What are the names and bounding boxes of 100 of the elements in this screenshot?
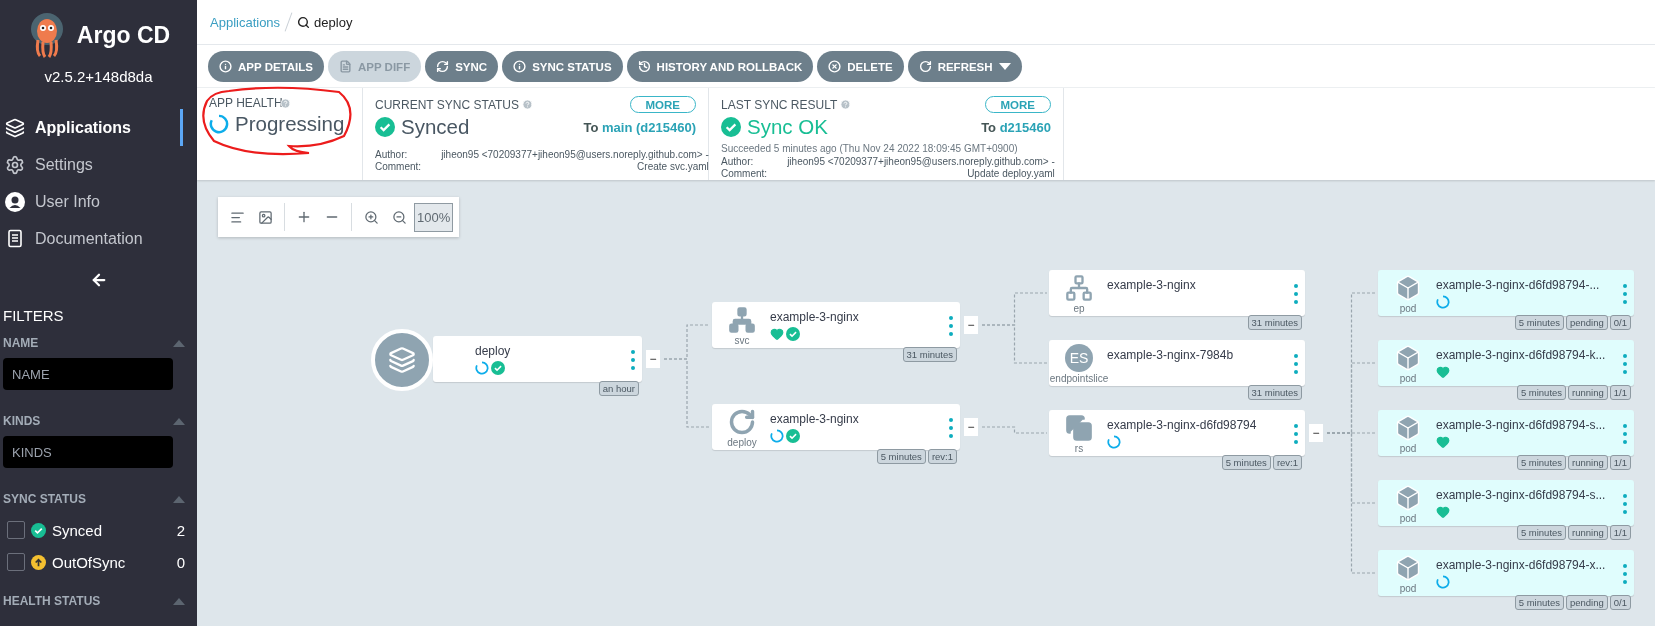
nav-item[interactable]: Settings (0, 146, 183, 183)
user-icon (5, 191, 25, 212)
kind-label: svc (733, 335, 751, 347)
info-tag: running (1568, 385, 1608, 400)
menu-dots-icon[interactable] (1622, 424, 1628, 444)
section-title: APP HEALTH (209, 96, 283, 110)
comment-value: Update deploy.yaml (966, 168, 1055, 180)
resource-card[interactable]: example-3-nginx-d6fd98794-k... pod (1378, 340, 1634, 386)
brand-name: Argo CD (76, 21, 171, 49)
cube-icon (1394, 414, 1422, 442)
edge-line (981, 426, 1048, 434)
nav-item[interactable]: Applications (0, 109, 183, 146)
resource-card[interactable]: example-3-nginx deploy (712, 404, 960, 450)
kind-label: ep (1072, 303, 1086, 315)
network-icon (1065, 274, 1093, 302)
info-tag: pending (1565, 315, 1608, 330)
filter-option-label: OutOfSync (52, 553, 127, 571)
filter-title: HEALTH STATUS (3, 594, 101, 608)
resource-card[interactable]: example-3-nginx-d6fd98794-x... pod (1378, 550, 1634, 596)
toolbar-button[interactable]: APP DETAILS (208, 51, 324, 82)
comment-value: Create svc.yaml (636, 161, 709, 173)
resource-name: example-3-nginx-d6fd98794 (1107, 418, 1257, 432)
menu-dots-icon[interactable] (1293, 354, 1299, 374)
nav-item[interactable]: Documentation (0, 220, 183, 257)
menu-dots-icon[interactable] (1622, 564, 1628, 584)
resource-name: example-3-nginx-d6fd98794-k... (1436, 348, 1606, 362)
info-tag: rev:1 (927, 449, 957, 464)
resource-card[interactable]: example-3-nginx ep (1049, 270, 1305, 316)
toolbar-button[interactable]: DELETE (817, 51, 904, 82)
help-icon[interactable] (280, 98, 291, 109)
es-icon: ES (1065, 344, 1093, 372)
info-tag: an hour (598, 381, 639, 396)
kind-label: endpointslice (1049, 373, 1109, 385)
info-tag: pending (1565, 595, 1608, 610)
resource-name: example-3-nginx-d6fd98794-x... (1436, 558, 1606, 572)
resource-name: example-3-nginx-7984b (1107, 348, 1234, 362)
section-title: CURRENT SYNC STATUS (375, 97, 519, 112)
toolbar-button[interactable]: SYNC (425, 51, 499, 82)
resource-card[interactable]: example-3-nginx svc (712, 302, 960, 348)
menu-dots-icon[interactable] (948, 418, 954, 438)
menu-dots-icon[interactable] (1293, 424, 1299, 444)
zoom-level: 100% (414, 202, 454, 232)
filter-count: 2 (176, 521, 185, 539)
collapse-button[interactable]: − (964, 316, 978, 334)
menu-dots-icon[interactable] (1622, 284, 1628, 304)
checkbox[interactable] (7, 553, 25, 571)
info-icon (513, 60, 527, 73)
help-icon[interactable] (840, 99, 852, 110)
nav-item[interactable]: User Info (0, 183, 183, 220)
layers-icon (388, 346, 416, 374)
info-tag: 1/1 (1609, 455, 1631, 470)
network-icon (728, 306, 756, 334)
kind-label: pod (1398, 513, 1418, 525)
check-circle-icon (375, 117, 395, 137)
kind-label: rs (1073, 443, 1085, 455)
edge-line (981, 324, 1048, 364)
version-text: v2.5.2+148d8da (43, 68, 154, 85)
resource-card[interactable]: deploy (433, 336, 642, 382)
menu-dots-icon[interactable] (1293, 284, 1299, 304)
resource-card[interactable]: ES example-3-nginx-7984b endpointslice (1049, 340, 1305, 386)
info-tag: running (1568, 455, 1608, 470)
menu-dots-icon[interactable] (1622, 354, 1628, 374)
check-circle-icon (721, 117, 741, 137)
meta-label: Author: (375, 149, 409, 161)
meta-label: Author: (721, 156, 755, 168)
menu-dots-icon[interactable] (1622, 494, 1628, 514)
close-circle-icon (828, 60, 842, 73)
history-icon (637, 60, 651, 73)
menu-dots-icon[interactable] (948, 316, 954, 336)
settings-icon (5, 154, 25, 175)
collapse-button[interactable]: − (964, 418, 978, 436)
info-tag: 1/1 (1609, 385, 1631, 400)
filter-input[interactable]: NAME (3, 358, 173, 390)
toolbar-button[interactable]: REFRESH (907, 51, 1022, 82)
menu-dots-icon[interactable] (630, 350, 636, 370)
sync-detail: Succeeded 5 minutes ago (Thu Nov 24 2022 18:09:45 GMT+0900) (721, 143, 1019, 154)
checkbox[interactable] (7, 521, 25, 539)
rotate-icon (728, 408, 756, 436)
info-tag: 5 minutes (1514, 595, 1564, 610)
copies-icon (1065, 414, 1093, 442)
collapse-button[interactable]: − (646, 350, 660, 368)
info-tag: 1/1 (1609, 525, 1631, 540)
sync-status: Sync OK (747, 115, 828, 139)
collapse-button[interactable]: − (1309, 424, 1323, 442)
resource-card[interactable]: example-3-nginx-d6fd98794-s... pod (1378, 410, 1634, 456)
toolbar-button[interactable]: HISTORY AND ROLLBACK (626, 51, 814, 82)
resource-card[interactable]: example-3-nginx-d6fd98794 rs (1049, 410, 1305, 456)
info-tag: rev:1 (1272, 455, 1302, 470)
refresh-icon (918, 60, 932, 73)
info-icon (219, 60, 232, 73)
resource-name: example-3-nginx (1107, 278, 1196, 292)
resource-name: example-3-nginx (770, 412, 859, 426)
kind-label: pod (1398, 373, 1418, 385)
resource-card[interactable]: example-3-nginx-d6fd98794-s... pod (1378, 480, 1634, 526)
filter-option-label: Synced (52, 521, 104, 539)
cube-icon (1394, 484, 1422, 512)
filter-input[interactable]: KINDS (3, 436, 173, 468)
resource-card[interactable]: example-3-nginx-d6fd98794-... pod (1378, 270, 1634, 316)
toolbar-button[interactable]: SYNC STATUS (502, 51, 623, 82)
help-icon[interactable] (522, 99, 533, 110)
